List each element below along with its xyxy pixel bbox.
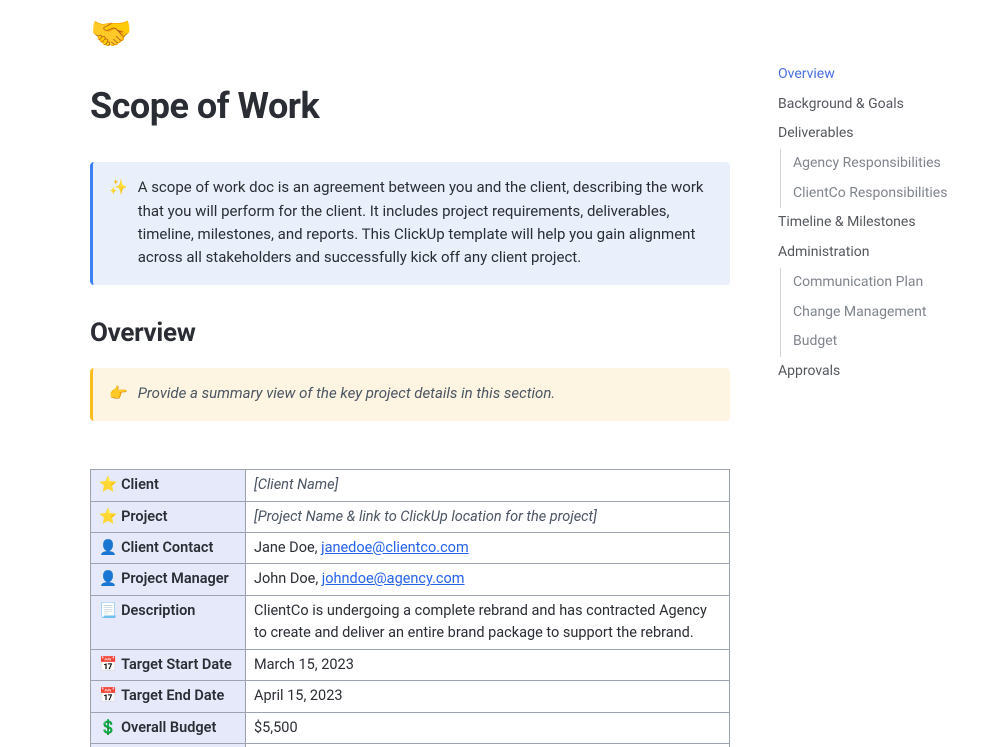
- calendar-icon: 📅: [99, 687, 117, 704]
- overview-table: ⭐Client [Client Name] ⭐Project [Project …: [90, 469, 730, 747]
- table-row: 👤Project Manager John Doe, johndoe@agenc…: [91, 564, 730, 595]
- table-row: 💲Overall Budget $5,500: [91, 712, 730, 743]
- project-value[interactable]: [Project Name & link to ClickUp location…: [254, 508, 597, 525]
- table-row: 👤Client Contact Jane Doe, janedoe@client…: [91, 532, 730, 563]
- toc-subitem-comm-plan[interactable]: Communication Plan: [781, 268, 988, 298]
- start-date-value[interactable]: March 15, 2023: [254, 656, 354, 673]
- row-label: Client Contact: [121, 539, 213, 556]
- description-value[interactable]: ClientCo is undergoing a complete rebran…: [254, 602, 707, 641]
- page-icon-small: 📃: [99, 602, 117, 619]
- toc-subitem-change-mgmt[interactable]: Change Management: [781, 298, 988, 328]
- toc-item-deliverables[interactable]: Deliverables: [778, 119, 988, 149]
- page-icon[interactable]: 🤝: [90, 8, 730, 61]
- client-contact-email-link[interactable]: janedoe@clientco.com: [321, 539, 469, 556]
- toc-subitem-clientco-resp[interactable]: ClientCo Responsibilities: [781, 179, 988, 209]
- table-of-contents: Overview Background & Goals Deliverables…: [778, 60, 988, 387]
- overview-heading: Overview: [90, 313, 730, 353]
- client-value[interactable]: [Client Name]: [254, 476, 338, 493]
- row-label: Client: [121, 476, 159, 493]
- row-label: Target Start Date: [121, 656, 232, 673]
- table-row: 📅Target Start Date March 15, 2023: [91, 649, 730, 680]
- person-icon: 👤: [99, 539, 117, 556]
- toc-item-administration[interactable]: Administration: [778, 238, 988, 268]
- row-label: Project Manager: [121, 570, 229, 587]
- dollar-icon: 💲: [99, 719, 117, 736]
- person-icon: 👤: [99, 570, 117, 587]
- toc-subitem-agency-resp[interactable]: Agency Responsibilities: [781, 149, 988, 179]
- pm-name: John Doe,: [254, 570, 322, 587]
- table-row: 📃Description ClientCo is undergoing a co…: [91, 595, 730, 649]
- intro-callout-text: A scope of work doc is an agreement betw…: [138, 176, 712, 269]
- row-label: Project: [121, 508, 167, 525]
- pm-email-link[interactable]: johndoe@agency.com: [322, 570, 465, 587]
- row-label: Overall Budget: [121, 719, 216, 736]
- star-icon: ⭐: [99, 508, 117, 525]
- intro-callout: ✨ A scope of work doc is an agreement be…: [90, 162, 730, 285]
- client-contact-name: Jane Doe,: [254, 539, 321, 556]
- table-row: 📅Target End Date April 15, 2023: [91, 681, 730, 712]
- table-row: ⭐Project [Project Name & link to ClickUp…: [91, 501, 730, 532]
- document-main: 🤝 Scope of Work ✨ A scope of work doc is…: [90, 8, 730, 747]
- pointing-hand-icon: 👉: [109, 382, 128, 405]
- toc-item-approvals[interactable]: Approvals: [778, 357, 988, 387]
- calendar-icon: 📅: [99, 656, 117, 673]
- row-label: Description: [121, 602, 195, 619]
- page-title: Scope of Work: [90, 79, 730, 135]
- overview-helper-text: Provide a summary view of the key projec…: [138, 382, 712, 405]
- end-date-value[interactable]: April 15, 2023: [254, 687, 343, 704]
- sparkle-icon: ✨: [109, 176, 128, 269]
- budget-value[interactable]: $5,500: [254, 719, 298, 736]
- overview-helper-callout: 👉 Provide a summary view of the key proj…: [90, 368, 730, 421]
- row-label: Target End Date: [121, 687, 224, 704]
- star-icon: ⭐: [99, 476, 117, 493]
- toc-item-overview[interactable]: Overview: [778, 60, 988, 90]
- toc-item-background[interactable]: Background & Goals: [778, 90, 988, 120]
- table-row: ⭐Client [Client Name]: [91, 470, 730, 501]
- toc-item-timeline[interactable]: Timeline & Milestones: [778, 208, 988, 238]
- toc-subitem-budget[interactable]: Budget: [781, 327, 988, 357]
